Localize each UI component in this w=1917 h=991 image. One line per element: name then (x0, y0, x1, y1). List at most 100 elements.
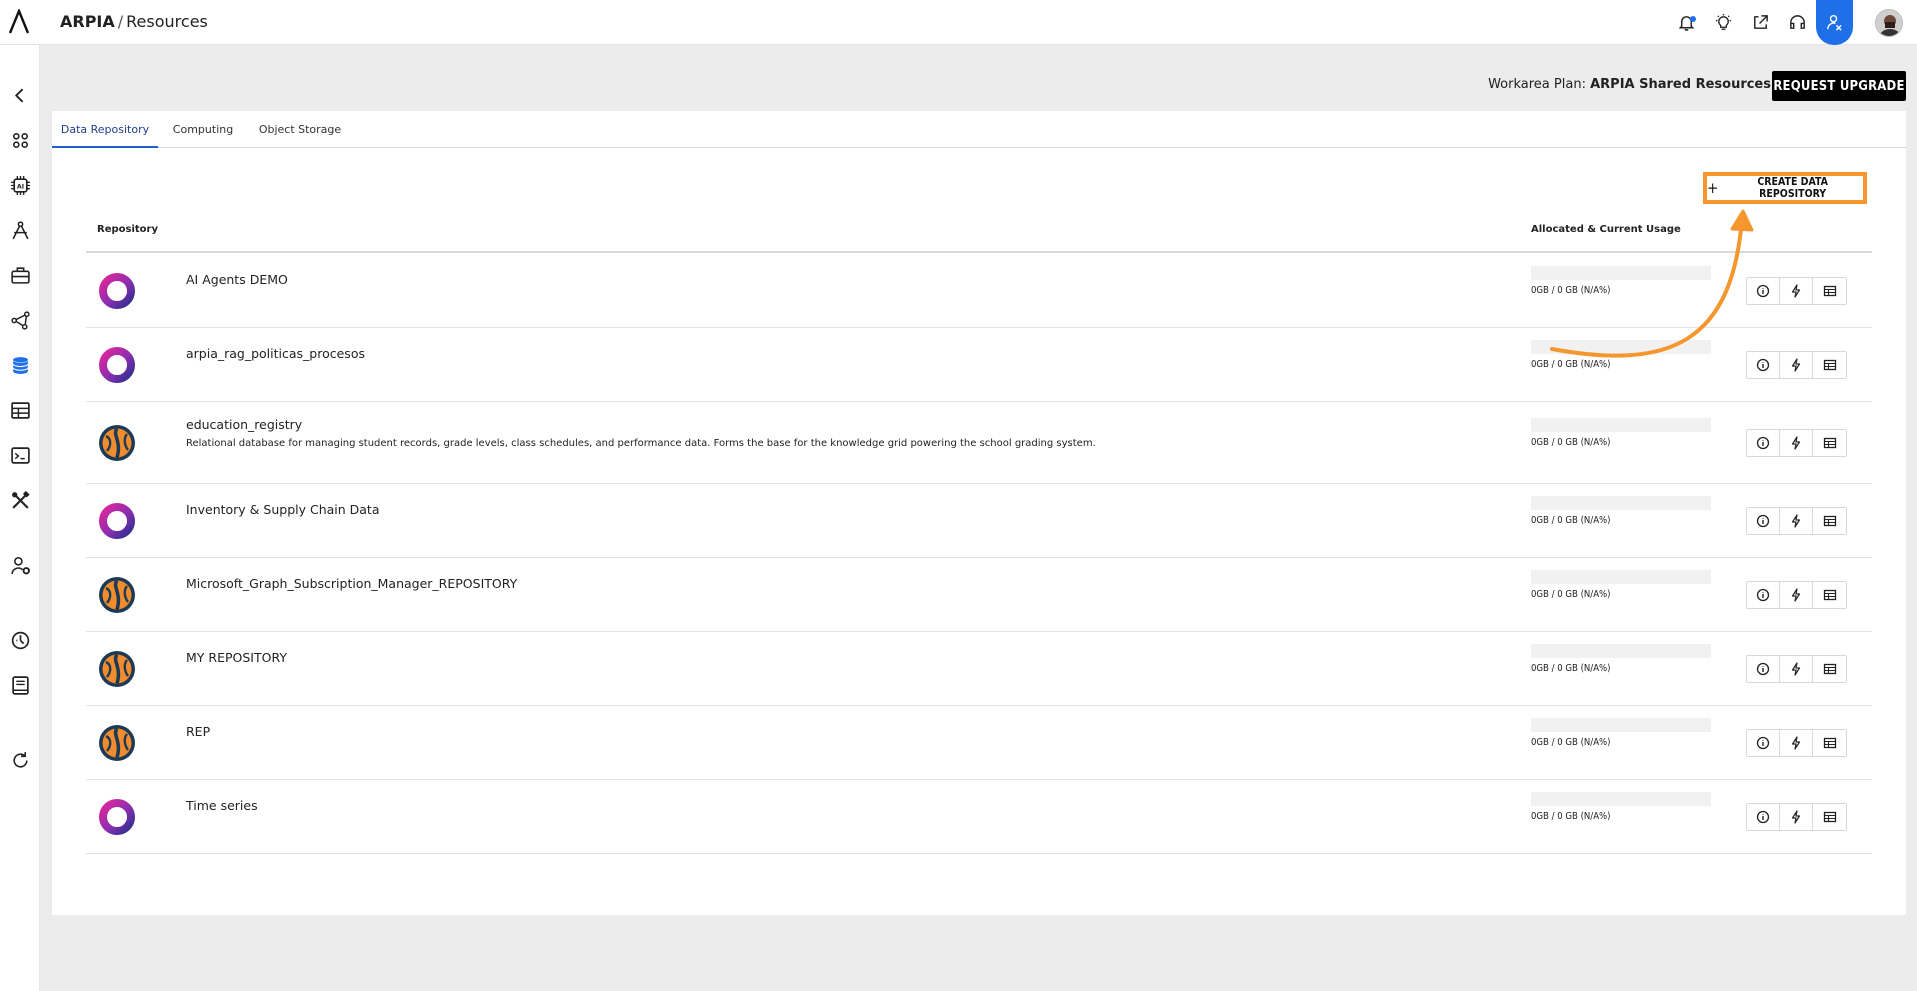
info-icon[interactable] (1747, 804, 1780, 830)
repository-name[interactable]: Microsoft_Graph_Subscription_Manager_REP… (186, 576, 517, 591)
notification-dot (1690, 16, 1696, 22)
info-icon[interactable] (1747, 352, 1780, 378)
bolt-icon[interactable] (1780, 582, 1813, 608)
user-settings-icon[interactable] (1816, 0, 1853, 45)
toolbox-icon[interactable] (7, 262, 33, 288)
table-icon[interactable] (1813, 730, 1846, 756)
usage-bar (1531, 792, 1711, 806)
plan-label: Workarea Plan: (1488, 77, 1586, 92)
repository-ring-icon (98, 272, 136, 310)
usage-bar (1531, 644, 1711, 658)
repository-name[interactable]: education_registry (186, 417, 302, 432)
bell-icon[interactable] (1668, 0, 1705, 45)
table-row[interactable]: Time series 0GB / 0 GB (N/A%) (86, 780, 1872, 854)
request-upgrade-button[interactable]: REQUEST UPGRADE (1772, 71, 1906, 101)
top-bar: ARPIA / Resources (0, 0, 1917, 45)
user-gear-icon[interactable] (7, 552, 33, 578)
table-icon[interactable] (1813, 508, 1846, 534)
tab-computing[interactable]: Computing (168, 111, 238, 148)
database-icon[interactable] (7, 352, 33, 378)
design-icon[interactable] (7, 217, 33, 243)
table-icon[interactable] (1813, 582, 1846, 608)
mysql-icon (98, 724, 136, 762)
bolt-icon[interactable] (1780, 352, 1813, 378)
tab-data-repository[interactable]: Data Repository (52, 111, 158, 148)
table-row[interactable]: Inventory & Supply Chain Data 0GB / 0 GB … (86, 484, 1872, 558)
table-row[interactable]: REP 0GB / 0 GB (N/A%) (86, 706, 1872, 780)
refresh-icon[interactable] (7, 747, 33, 773)
tab-bar: Data Repository Computing Object Storage (52, 111, 1906, 148)
tab-object-storage[interactable]: Object Storage (252, 111, 348, 148)
repository-name[interactable]: Inventory & Supply Chain Data (186, 502, 380, 517)
row-actions (1746, 729, 1847, 757)
usage-text: 0GB / 0 GB (N/A%) (1531, 589, 1611, 600)
info-icon[interactable] (1747, 430, 1780, 456)
info-icon[interactable] (1747, 656, 1780, 682)
bolt-icon[interactable] (1780, 730, 1813, 756)
usage-bar (1531, 340, 1711, 354)
row-actions (1746, 803, 1847, 831)
apps-icon[interactable] (7, 127, 33, 153)
column-header-usage: Allocated & Current Usage (1531, 224, 1681, 235)
breadcrumb-app[interactable]: ARPIA (60, 12, 115, 31)
mysql-icon (98, 650, 136, 688)
usage-text: 0GB / 0 GB (N/A%) (1531, 285, 1611, 296)
usage-bar (1531, 570, 1711, 584)
repository-name[interactable]: REP (186, 724, 210, 739)
repository-ring-icon (98, 346, 136, 384)
breadcrumb: ARPIA / Resources (60, 12, 208, 31)
table-icon[interactable] (1813, 352, 1846, 378)
create-button-label: CREATE DATA REPOSITORY (1757, 176, 1828, 200)
repository-name[interactable]: arpia_rag_politicas_procesos (186, 346, 365, 361)
headset-icon[interactable] (1779, 0, 1816, 45)
repository-ring-icon (98, 798, 136, 836)
repository-name[interactable]: MY REPOSITORY (186, 650, 287, 665)
table-icon[interactable] (1813, 804, 1846, 830)
usage-text: 0GB / 0 GB (N/A%) (1531, 359, 1611, 370)
create-data-repository-button[interactable]: + CREATE DATA REPOSITORY (1703, 172, 1867, 204)
plus-icon: + (1707, 179, 1719, 197)
bolt-icon[interactable] (1780, 508, 1813, 534)
usage-text: 0GB / 0 GB (N/A%) (1531, 737, 1611, 748)
usage-bar (1531, 418, 1711, 432)
table-row[interactable]: MY REPOSITORY 0GB / 0 GB (N/A%) (86, 632, 1872, 706)
bolt-icon[interactable] (1780, 278, 1813, 304)
row-actions (1746, 655, 1847, 683)
info-icon[interactable] (1747, 730, 1780, 756)
table-row[interactable]: education_registry Relational database fo… (86, 402, 1872, 484)
terminal-icon[interactable] (7, 442, 33, 468)
bolt-icon[interactable] (1780, 430, 1813, 456)
info-icon[interactable] (1747, 582, 1780, 608)
repository-name[interactable]: AI Agents DEMO (186, 272, 288, 287)
info-icon[interactable] (1747, 278, 1780, 304)
arpia-logo[interactable] (8, 9, 30, 35)
info-icon[interactable] (1747, 508, 1780, 534)
tools-icon[interactable] (7, 487, 33, 513)
table-row[interactable]: arpia_rag_politicas_procesos 0GB / 0 GB (… (86, 328, 1872, 402)
header-icons (1668, 0, 1917, 45)
book-icon[interactable] (7, 672, 33, 698)
svg-text:AI: AI (16, 183, 23, 190)
dashboard-icon[interactable] (7, 627, 33, 653)
bolt-icon[interactable] (1780, 656, 1813, 682)
avatar[interactable] (1875, 8, 1903, 37)
table-icon[interactable] (7, 397, 33, 423)
bolt-icon[interactable] (1780, 804, 1813, 830)
graph-icon[interactable] (7, 307, 33, 333)
usage-bar (1531, 496, 1711, 510)
share-icon[interactable] (1742, 0, 1779, 45)
back-icon[interactable] (7, 82, 33, 108)
table-row[interactable]: Microsoft_Graph_Subscription_Manager_REP… (86, 558, 1872, 632)
repository-name[interactable]: Time series (186, 798, 258, 813)
table-icon[interactable] (1813, 430, 1846, 456)
table-icon[interactable] (1813, 656, 1846, 682)
usage-text: 0GB / 0 GB (N/A%) (1531, 811, 1611, 822)
plan-value: ARPIA Shared Resources (1590, 77, 1771, 92)
table-icon[interactable] (1813, 278, 1846, 304)
usage-text: 0GB / 0 GB (N/A%) (1531, 515, 1611, 526)
ai-chip-icon[interactable]: AI (7, 172, 33, 198)
sidebar: AI (0, 45, 40, 991)
lightbulb-icon[interactable] (1705, 0, 1742, 45)
row-actions (1746, 277, 1847, 305)
table-row[interactable]: AI Agents DEMO 0GB / 0 GB (N/A%) (86, 254, 1872, 328)
